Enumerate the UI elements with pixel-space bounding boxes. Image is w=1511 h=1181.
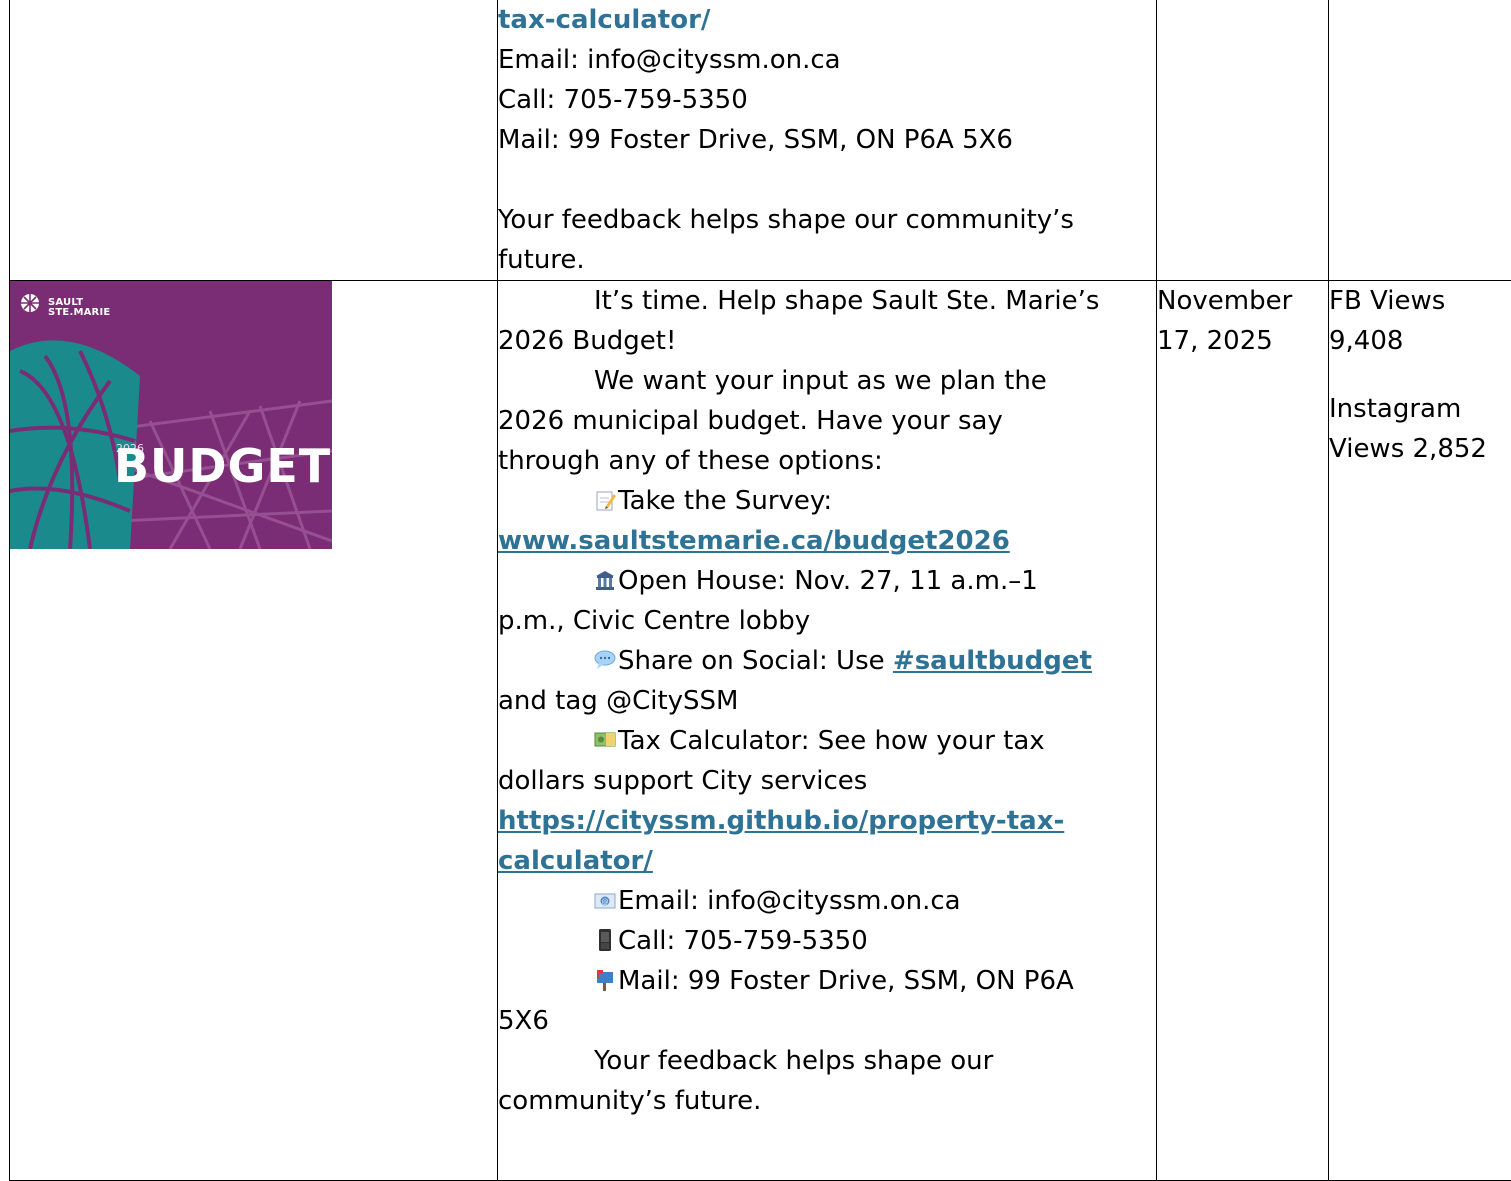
budget-graphic: SAULT STE.MARIE 2026 BUDGET bbox=[10, 281, 332, 549]
feedback-line: future. bbox=[498, 240, 1156, 280]
sault-logo-icon bbox=[21, 294, 39, 312]
speech-balloon-icon bbox=[594, 648, 616, 672]
feedback-line: Your feedback helps shape our community’… bbox=[498, 200, 1156, 240]
mailbox-icon bbox=[594, 968, 616, 992]
open-house-line: Open House: Nov. 27, 11 a.m.–1 bbox=[498, 561, 1156, 601]
email-icon: @ bbox=[594, 888, 616, 912]
intro-line: 2026 Budget! bbox=[498, 321, 1156, 361]
post-date: 17, 2025 bbox=[1157, 321, 1328, 361]
fb-views-value: 9,408 bbox=[1329, 321, 1511, 361]
mail-line: Mail: 99 Foster Drive, SSM, ON P6A bbox=[498, 961, 1156, 1001]
social-line: Share on Social: Use #saultbudget bbox=[498, 641, 1156, 681]
call-line: Call: 705-759-5350 bbox=[498, 80, 1156, 120]
classical-building-icon bbox=[594, 568, 616, 592]
social-line: and tag @CitySSM bbox=[498, 681, 1156, 721]
post-date: November bbox=[1157, 281, 1328, 321]
instagram-views-value: Views 2,852 bbox=[1329, 429, 1511, 469]
image-cell bbox=[10, 0, 498, 281]
fb-views-label: FB Views bbox=[1329, 281, 1511, 321]
body-line: through any of these options: bbox=[498, 441, 1156, 481]
stats-cell bbox=[1329, 0, 1511, 281]
table-row: SAULT STE.MARIE 2026 BUDGET It’s time. H… bbox=[10, 281, 1511, 1181]
open-house-line: p.m., Civic Centre lobby bbox=[498, 601, 1156, 641]
logo-text: SAULT STE.MARIE bbox=[48, 298, 110, 318]
body-line: 2026 municipal budget. Have your say bbox=[498, 401, 1156, 441]
email-line: @Email: info@cityssm.on.ca bbox=[498, 881, 1156, 921]
body-line: We want your input as we plan the bbox=[498, 361, 1156, 401]
post-text-cell: tax-calculator/ Email: info@cityssm.on.c… bbox=[498, 0, 1157, 281]
feedback-line: Your feedback helps shape our bbox=[498, 1041, 1156, 1081]
tax-line: Tax Calculator: See how your tax bbox=[498, 721, 1156, 761]
budget-artwork bbox=[10, 281, 332, 549]
date-cell bbox=[1157, 0, 1329, 281]
survey-line: Take the Survey: bbox=[498, 481, 1156, 521]
tax-calculator-link[interactable]: https://cityssm.github.io/property-tax- bbox=[498, 801, 1156, 841]
call-line: Call: 705-759-5350 bbox=[498, 921, 1156, 961]
survey-link[interactable]: www.saultstemarie.ca/budget2026 bbox=[498, 521, 1156, 561]
money-icon bbox=[594, 728, 616, 752]
mail-line: 5X6 bbox=[498, 1001, 1156, 1041]
tax-line: dollars support City services bbox=[498, 761, 1156, 801]
hashtag-link[interactable]: #saultbudget bbox=[893, 646, 1092, 676]
image-cell: SAULT STE.MARIE 2026 BUDGET bbox=[10, 281, 498, 1181]
posts-table: tax-calculator/ Email: info@cityssm.on.c… bbox=[9, 0, 1511, 1181]
intro-line: It’s time. Help shape Sault Ste. Marie’s bbox=[498, 281, 1156, 321]
email-line: Email: info@cityssm.on.ca bbox=[498, 40, 1156, 80]
table-row: tax-calculator/ Email: info@cityssm.on.c… bbox=[10, 0, 1511, 281]
instagram-views-label: Instagram bbox=[1329, 389, 1511, 429]
mobile-phone-icon bbox=[594, 928, 616, 952]
feedback-line: community’s future. bbox=[498, 1081, 1156, 1121]
budget-word: BUDGET bbox=[114, 441, 331, 491]
tax-calculator-link[interactable]: calculator/ bbox=[498, 841, 1156, 881]
stats-cell: FB Views 9,408 Instagram Views 2,852 bbox=[1329, 281, 1511, 1181]
date-cell: November 17, 2025 bbox=[1157, 281, 1329, 1181]
tax-calculator-link[interactable]: tax-calculator/ bbox=[498, 0, 1156, 40]
blank-line bbox=[498, 160, 1156, 200]
memo-icon bbox=[594, 488, 616, 512]
svg-text:@: @ bbox=[602, 898, 609, 906]
blank-line bbox=[1329, 361, 1511, 389]
mail-line: Mail: 99 Foster Drive, SSM, ON P6A 5X6 bbox=[498, 120, 1156, 160]
post-text-cell: It’s time. Help shape Sault Ste. Marie’s… bbox=[498, 281, 1157, 1181]
